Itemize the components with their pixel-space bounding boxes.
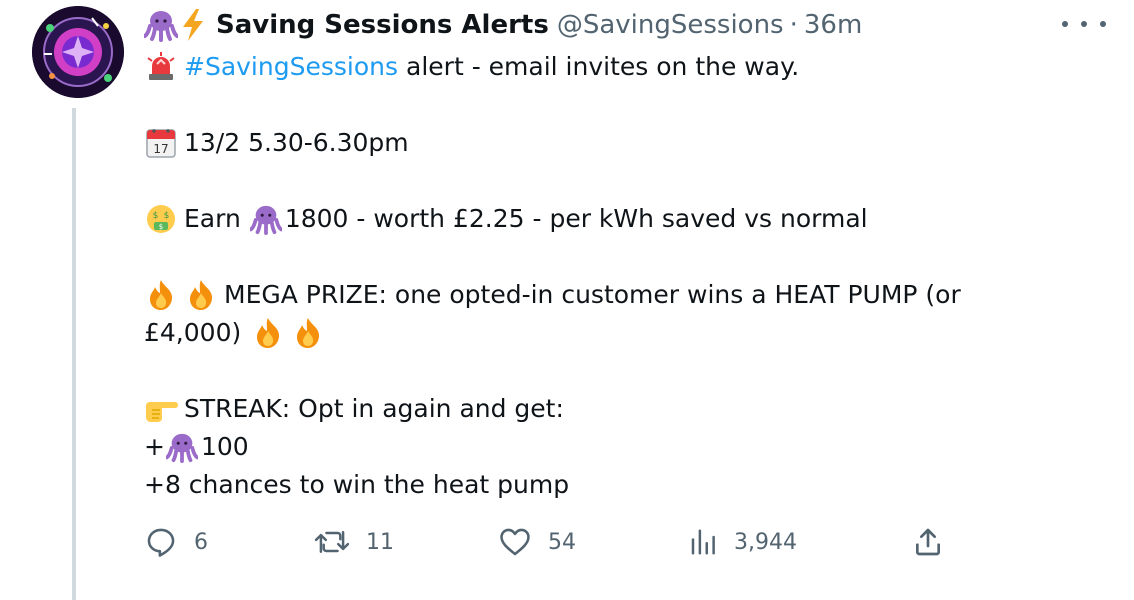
tweet-text-segment: MEGA PRIZE: one opted-in customer wins a… bbox=[224, 280, 961, 309]
tweet-text-segment: 1800 - worth £2.25 - per kWh saved vs no… bbox=[284, 204, 868, 233]
retweet-count: 11 bbox=[366, 529, 394, 555]
tweet-line-3: $ $ $ Earn 1800 - worth £2.25 - per kWh … bbox=[144, 200, 1104, 238]
display-name[interactable]: Saving Sessions Alerts bbox=[216, 10, 549, 40]
fire-icon bbox=[144, 278, 178, 312]
siren-icon bbox=[144, 50, 178, 84]
views-count: 3,944 bbox=[734, 529, 797, 555]
pointing-right-icon bbox=[144, 392, 178, 426]
tweet-text-segment: 100 bbox=[200, 432, 249, 461]
tweet-line-8: +8 chances to win the heat pump bbox=[144, 466, 1104, 504]
money-mouth-face-icon: $ $ $ bbox=[144, 202, 178, 236]
retweet-button[interactable]: 11 bbox=[314, 522, 394, 562]
profile-avatar[interactable] bbox=[32, 6, 124, 98]
more-dot-icon bbox=[1062, 21, 1068, 27]
tweet-text-segment: +8 chances to win the heat pump bbox=[144, 470, 570, 499]
tweet-line-4: MEGA PRIZE: one opted-in customer wins a… bbox=[144, 276, 1104, 314]
share-button[interactable] bbox=[912, 522, 944, 562]
views-icon bbox=[691, 529, 715, 555]
tweet-text-segment: 13/2 5.30-6.30pm bbox=[184, 128, 409, 157]
hashtag-link[interactable]: #SavingSessions bbox=[184, 48, 398, 86]
tweet-text-segment: £4,000) bbox=[144, 318, 242, 347]
tweet-line-1: #SavingSessions alert - email invites on… bbox=[144, 48, 1104, 86]
octopus-icon bbox=[165, 430, 199, 464]
heart-icon bbox=[500, 528, 530, 556]
thread-line bbox=[72, 108, 76, 600]
fire-icon bbox=[251, 316, 285, 350]
like-button[interactable]: 54 bbox=[498, 522, 576, 562]
avatar-image bbox=[32, 6, 124, 98]
tweet-line-7: + 100 bbox=[144, 428, 1104, 466]
views-button[interactable]: 3,944 bbox=[688, 522, 797, 562]
tweet[interactable]: Saving Sessions Alerts @SavingSessions ·… bbox=[0, 0, 1134, 600]
tweet-action-bar: 6 11 54 3,944 bbox=[144, 522, 964, 562]
tweet-line-5: £4,000) bbox=[144, 314, 1104, 352]
reply-icon bbox=[147, 528, 175, 557]
retweet-icon bbox=[314, 531, 350, 553]
tweet-text-segment: + bbox=[144, 432, 165, 461]
user-handle[interactable]: @SavingSessions bbox=[557, 10, 784, 40]
more-dot-icon bbox=[1081, 21, 1087, 27]
svg-text:$: $ bbox=[164, 211, 170, 221]
tweet-timestamp[interactable]: 36m bbox=[804, 10, 862, 40]
svg-text:17: 17 bbox=[153, 142, 168, 156]
separator-dot: · bbox=[789, 10, 798, 40]
svg-text:$: $ bbox=[153, 211, 159, 221]
lightning-icon bbox=[180, 8, 206, 42]
reply-button[interactable]: 6 bbox=[144, 522, 208, 562]
tweet-line-2: 17 13/2 5.30-6.30pm bbox=[144, 124, 1104, 162]
like-count: 54 bbox=[548, 529, 576, 555]
fire-icon bbox=[291, 316, 325, 350]
tweet-text-segment: alert - email invites on the way. bbox=[406, 52, 800, 81]
octopus-icon bbox=[144, 8, 178, 42]
tweet-header: Saving Sessions Alerts @SavingSessions ·… bbox=[144, 6, 862, 44]
more-options-button[interactable] bbox=[1062, 14, 1106, 34]
tweet-text: #SavingSessions alert - email invites on… bbox=[144, 48, 1104, 504]
tweet-text-segment: Earn bbox=[184, 204, 241, 233]
tweet-line-6: STREAK: Opt in again and get: bbox=[144, 390, 1104, 428]
svg-text:$: $ bbox=[159, 223, 163, 231]
tweet-text-segment: STREAK: Opt in again and get: bbox=[184, 394, 564, 423]
share-icon bbox=[916, 528, 940, 556]
more-dot-icon bbox=[1100, 21, 1106, 27]
calendar-icon: 17 bbox=[144, 126, 178, 160]
octopus-icon bbox=[249, 202, 283, 236]
reply-count: 6 bbox=[194, 529, 208, 555]
fire-icon bbox=[184, 278, 218, 312]
